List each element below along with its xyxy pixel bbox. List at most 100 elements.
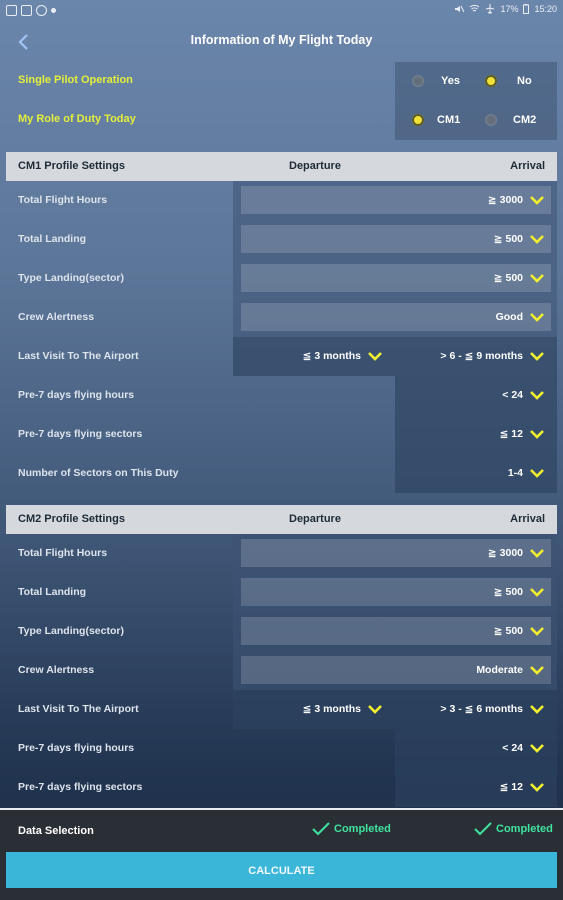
- cm2-crew-alertness-select[interactable]: Moderate: [233, 651, 557, 690]
- cm1-crew-alertness-select[interactable]: Good: [233, 298, 557, 337]
- cm1-row-pre7-sectors: Pre-7 days flying sectors ≦ 12: [6, 415, 557, 454]
- system-icons: 17% 15:20: [454, 4, 557, 14]
- departure-status-text: Completed: [334, 823, 391, 835]
- row-label: Total Flight Hours: [18, 547, 108, 559]
- cm1-total-flight-hours-select[interactable]: ≧ 3000: [233, 181, 557, 220]
- status-bar: 17% 15:20: [0, 0, 563, 22]
- dot-icon: [51, 8, 56, 13]
- cm2-header-departure: Departure: [289, 513, 341, 525]
- select-value: ≧ 500: [493, 625, 523, 637]
- single-pilot-no-label[interactable]: No: [517, 75, 532, 87]
- cm2-row-type-landing: Type Landing(sector) ≧ 500: [6, 612, 557, 651]
- row-label: Type Landing(sector): [18, 625, 124, 637]
- cm2-row-pre7-sectors: Pre-7 days flying sectors ≦ 12: [6, 768, 557, 807]
- cm1-last-visit-departure-select[interactable]: ≦ 3 months: [233, 337, 395, 376]
- role-options: CM1 CM2: [395, 101, 557, 140]
- cm1-row-type-landing: Type Landing(sector) ≧ 500: [6, 259, 557, 298]
- select-value: ≦ 3 months: [302, 703, 361, 715]
- chevron-down-icon: [530, 783, 544, 792]
- chevron-down-icon: [530, 235, 544, 244]
- check-icon: [474, 822, 492, 836]
- cm2-pre7-hours-select[interactable]: < 24: [395, 729, 557, 768]
- cm2-row-last-visit: Last Visit To The Airport ≦ 3 months > 3…: [6, 690, 557, 729]
- row-label: Last Visit To The Airport: [18, 703, 139, 715]
- single-pilot-yes-radio[interactable]: [412, 75, 424, 87]
- cm1-last-visit-arrival-select[interactable]: > 6 - ≦ 9 months: [395, 337, 557, 376]
- cm2-pre7-sectors-select[interactable]: ≦ 12: [395, 768, 557, 807]
- cm1-pre7-hours-select[interactable]: < 24: [395, 376, 557, 415]
- select-value: 1-4: [507, 467, 523, 479]
- row-label: Pre-7 days flying sectors: [18, 428, 143, 440]
- notification-icons: [6, 5, 56, 16]
- cm2-last-visit-arrival-select[interactable]: > 3 - ≦ 6 months: [395, 690, 557, 729]
- row-label: Pre-7 days flying sectors: [18, 781, 143, 793]
- single-pilot-yes-label[interactable]: Yes: [441, 75, 460, 87]
- cm1-row-last-visit: Last Visit To The Airport ≦ 3 months > 6…: [6, 337, 557, 376]
- cm2-header-arrival: Arrival: [510, 513, 545, 525]
- chevron-down-icon: [368, 705, 382, 714]
- chevron-down-icon: [530, 391, 544, 400]
- cm2-row-total-landing: Total Landing ≧ 500: [6, 573, 557, 612]
- row-label: Last Visit To The Airport: [18, 350, 139, 362]
- row-label: Number of Sectors on This Duty: [18, 467, 179, 479]
- cm2-total-landing-select[interactable]: ≧ 500: [233, 573, 557, 612]
- cm1-header-arrival: Arrival: [510, 160, 545, 172]
- select-value: < 24: [502, 389, 523, 401]
- chevron-down-icon: [530, 196, 544, 205]
- select-value: ≧ 3000: [487, 194, 523, 206]
- role-cm2-label[interactable]: CM2: [513, 114, 536, 126]
- title-bar: Information of My Flight Today: [0, 22, 563, 62]
- cm1-header-departure: Departure: [289, 160, 341, 172]
- cm2-header-title: CM2 Profile Settings: [18, 513, 125, 525]
- chevron-down-icon: [530, 705, 544, 714]
- cm1-sectors-duty-select[interactable]: 1-4: [395, 454, 557, 493]
- chevron-down-icon: [530, 588, 544, 597]
- cm1-total-landing-select[interactable]: ≧ 500: [233, 220, 557, 259]
- row-label: Pre-7 days flying hours: [18, 389, 135, 401]
- cm2-last-visit-departure-select[interactable]: ≦ 3 months: [233, 690, 395, 729]
- chevron-down-icon: [530, 666, 544, 675]
- departure-status: Completed: [312, 822, 391, 836]
- chevron-down-icon: [530, 627, 544, 636]
- cm1-header-title: CM1 Profile Settings: [18, 160, 125, 172]
- single-pilot-no-radio[interactable]: [485, 75, 497, 87]
- select-value: > 6 - ≦ 9 months: [440, 350, 523, 362]
- cm1-row-total-flight-hours: Total Flight Hours ≧ 3000: [6, 181, 557, 220]
- role-label: My Role of Duty Today: [18, 113, 136, 125]
- chevron-down-icon: [530, 274, 544, 283]
- select-value: ≦ 3 months: [302, 350, 361, 362]
- row-label: Crew Alertness: [18, 311, 95, 323]
- single-pilot-row: Single Pilot Operation Yes No: [6, 62, 557, 101]
- cm1-row-total-landing: Total Landing ≧ 500: [6, 220, 557, 259]
- select-value: ≧ 3000: [487, 547, 523, 559]
- select-value: Good: [495, 311, 523, 323]
- role-cm1-radio[interactable]: [412, 114, 424, 126]
- cm2-total-flight-hours-select[interactable]: ≧ 3000: [233, 534, 557, 573]
- footer-divider: [0, 808, 563, 810]
- select-value: ≧ 500: [493, 586, 523, 598]
- chevron-down-icon: [530, 469, 544, 478]
- select-value: ≧ 500: [493, 233, 523, 245]
- cm1-type-landing-select[interactable]: ≧ 500: [233, 259, 557, 298]
- airplane-mode-icon: [486, 4, 495, 14]
- select-value: ≦ 12: [499, 781, 523, 793]
- row-label: Type Landing(sector): [18, 272, 124, 284]
- cm2-row-total-flight-hours: Total Flight Hours ≧ 3000: [6, 534, 557, 573]
- clock: 15:20: [534, 4, 557, 14]
- arrival-status-text: Completed: [496, 823, 553, 835]
- page-title: Information of My Flight Today: [190, 33, 373, 47]
- cm1-pre7-sectors-select[interactable]: ≦ 12: [395, 415, 557, 454]
- cm2-type-landing-select[interactable]: ≧ 500: [233, 612, 557, 651]
- chevron-down-icon: [530, 313, 544, 322]
- role-cm2-radio[interactable]: [485, 114, 497, 126]
- row-label: Total Landing: [18, 586, 87, 598]
- role-cm1-label[interactable]: CM1: [437, 114, 460, 126]
- calculate-button[interactable]: CALCULATE: [6, 852, 557, 888]
- row-label: Total Landing: [18, 233, 87, 245]
- cm1-row-sectors-duty: Number of Sectors on This Duty 1-4: [6, 454, 557, 493]
- cm1-row-pre7-hours: Pre-7 days flying hours < 24: [6, 376, 557, 415]
- arrival-status: Completed: [474, 822, 553, 836]
- row-label: Total Flight Hours: [18, 194, 108, 206]
- mute-icon: [455, 5, 465, 13]
- data-selection-label: Data Selection: [18, 825, 94, 837]
